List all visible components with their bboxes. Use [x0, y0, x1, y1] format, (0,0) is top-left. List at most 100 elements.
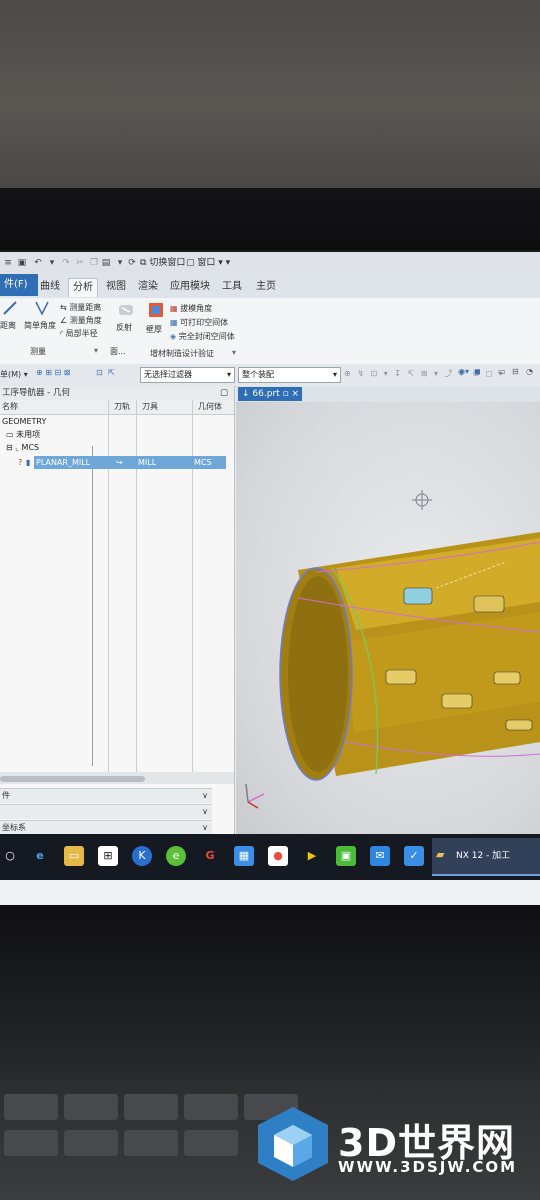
- simple-angle-icon[interactable]: [34, 300, 50, 316]
- store-icon[interactable]: ⊞: [98, 846, 118, 866]
- quick-access-toolbar: ≡ ▣ ↶ ▾ ↷ ✂ ❐ ▤ ▾ ⟳ ⧉ 切换窗口 ▢ 窗口 ▾ ▾: [0, 252, 540, 274]
- scope-filter-combo[interactable]: 整个装配 ▾: [238, 367, 341, 383]
- chevron-down-icon: ▾ ▾: [218, 258, 231, 268]
- menu-dropdown[interactable]: 单(M) ▾: [0, 369, 28, 380]
- draft-angle-button[interactable]: ▦ 拔模角度: [170, 303, 212, 314]
- enclosed-space-button[interactable]: ◈ 完全封闭空间体: [170, 331, 235, 342]
- green-app-icon[interactable]: ▣: [336, 846, 356, 866]
- type-filter-value: 无选择过滤器: [144, 370, 192, 379]
- start-icon[interactable]: ○: [0, 846, 20, 866]
- expand-icon[interactable]: ⊟: [0, 443, 13, 452]
- tab-render[interactable]: 渲染: [134, 278, 162, 296]
- group-expand-icon[interactable]: ▾: [232, 348, 236, 357]
- tab-curve[interactable]: 曲线: [36, 278, 64, 296]
- view-icon[interactable]: ▭: [498, 367, 506, 376]
- operation-name: PLANAR_MILL: [36, 458, 91, 467]
- snap-icon[interactable]: ⊡: [96, 368, 103, 377]
- chevron-down-icon[interactable]: ▾: [46, 257, 58, 269]
- thickness-icon[interactable]: [148, 302, 164, 318]
- reflection-label[interactable]: 反射: [116, 322, 132, 333]
- tree-row-mcs[interactable]: ⊟ ⌞ MCS: [0, 441, 234, 454]
- type-filter-combo[interactable]: 无选择过滤器 ▾: [140, 367, 235, 383]
- tab-analysis[interactable]: 分析: [68, 278, 98, 297]
- chevron-down-icon[interactable]: ▾: [114, 257, 126, 269]
- redo-icon[interactable]: ↷: [60, 257, 72, 269]
- reflection-icon[interactable]: [118, 302, 134, 318]
- snap-point-toolbar[interactable]: ⊕ ↯ ⊡ ▾ ↧ ↸ ⊞ ▾ ⤴ ↱ ⊙ ◻ ▾: [344, 368, 505, 379]
- app-k-icon[interactable]: K: [132, 846, 152, 866]
- switch-window-label: 切换窗口: [149, 258, 186, 268]
- watermark-url: WWW.3DSJW.COM: [338, 1158, 518, 1176]
- grid-app-icon[interactable]: ▦: [234, 846, 254, 866]
- column-geometry[interactable]: 几何体: [198, 401, 222, 412]
- file-explorer-icon[interactable]: ▭: [64, 846, 84, 866]
- camera-icon[interactable]: ⊟: [512, 367, 519, 376]
- copy-icon[interactable]: ❐: [88, 257, 100, 269]
- maximize-icon[interactable]: ▢: [220, 386, 228, 400]
- windows-taskbar: ○ e ▭ ⊞ K e G ▦ ● ▶ ▣ ✉ ✓ ▰ NX 12 - 加工: [0, 834, 540, 880]
- bird-app-icon[interactable]: ✓: [404, 846, 424, 866]
- edge-icon[interactable]: e: [30, 846, 50, 866]
- taskbar-nx-button[interactable]: ▰ NX 12 - 加工: [432, 838, 540, 876]
- orient-icon[interactable]: ◔: [526, 367, 533, 376]
- player-icon[interactable]: ▶: [302, 846, 322, 866]
- repeat-command-icon[interactable]: ⟳: [126, 257, 138, 269]
- simple-angle-label[interactable]: 简单角度: [24, 320, 56, 331]
- paste-icon[interactable]: ▤: [100, 257, 112, 269]
- window-menu-label: 窗口: [197, 258, 216, 268]
- graphics-window[interactable]: [236, 402, 540, 841]
- measure-angle-button[interactable]: ∠ 测量角度: [60, 315, 102, 326]
- shaded-icon[interactable]: ◼: [474, 367, 481, 376]
- navigator-section-empty[interactable]: ∨: [0, 804, 212, 819]
- thickness-label[interactable]: 壁厚: [146, 324, 162, 335]
- tree-row-unused[interactable]: ▭ 未用项: [0, 428, 234, 441]
- browser-icon[interactable]: e: [166, 846, 186, 866]
- tool-value: MILL: [138, 458, 157, 467]
- window-menu-button[interactable]: ▢ 窗口 ▾ ▾: [186, 257, 230, 269]
- watermark-logo-icon: [256, 1105, 330, 1183]
- local-radius-button[interactable]: ◜ 局部半径: [60, 328, 98, 339]
- mail-icon[interactable]: ✉: [370, 846, 390, 866]
- tree-row-label: 未用项: [16, 430, 41, 439]
- operation-icon: ▮: [26, 458, 31, 467]
- tree-row-geometry[interactable]: GEOMETRY: [0, 415, 234, 428]
- save-icon[interactable]: ▣: [16, 257, 28, 269]
- navigator-section-csys[interactable]: 坐标系 ∨: [0, 820, 212, 835]
- printable-space-button[interactable]: ▦ 可打印空间体: [170, 317, 228, 328]
- navigator-section-parts[interactable]: 件 ∨: [0, 788, 212, 803]
- close-icon[interactable]: ×: [292, 389, 300, 399]
- tree-row-planar-mill[interactable]: ? ▮ PLANAR_MILL ↪ MILL MCS: [18, 456, 226, 469]
- group-label-face: 面...: [110, 347, 126, 356]
- local-radius-text: 局部半径: [65, 329, 98, 338]
- switch-window-button[interactable]: ⧉ 切换窗口: [140, 257, 185, 269]
- measure-distance-small-button[interactable]: ⇆ 测量距离: [60, 302, 101, 313]
- chevron-down-icon: ∨: [202, 791, 208, 800]
- undo-icon[interactable]: ↶: [32, 257, 44, 269]
- app-g-icon[interactable]: G: [200, 846, 220, 866]
- cut-icon[interactable]: ✂: [74, 257, 86, 269]
- group-expand-icon[interactable]: ▾: [94, 346, 98, 355]
- tab-applications[interactable]: 应用模块: [166, 278, 214, 296]
- column-toolpath[interactable]: 刀轨: [114, 401, 130, 412]
- part-model[interactable]: [279, 512, 540, 781]
- model-viewport[interactable]: [236, 402, 540, 841]
- column-tool[interactable]: 刀具: [142, 401, 158, 412]
- tab-part-label: 66.prt: [252, 389, 280, 399]
- tab-file[interactable]: 件(F): [0, 274, 38, 296]
- display-mode-icon[interactable]: ◉▾: [458, 367, 469, 376]
- app-red-icon[interactable]: ●: [268, 846, 288, 866]
- snap-icon-group[interactable]: ⊕ ⊞ ⊟ ⊠: [36, 368, 70, 377]
- measure-distance-label[interactable]: 距离: [0, 320, 16, 331]
- column-name[interactable]: 名称: [2, 401, 18, 412]
- tab-home[interactable]: 主页: [252, 278, 280, 296]
- scrollbar-thumb[interactable]: [0, 776, 145, 782]
- tab-part-file[interactable]: ↓ 66.prt ▫ ×: [238, 387, 302, 401]
- menu-icon[interactable]: ≡: [2, 257, 14, 269]
- tab-tools[interactable]: 工具: [218, 278, 246, 296]
- chevron-down-icon: ▾: [23, 370, 28, 379]
- graphics-tab-bar: ↓ 66.prt ▫ ×: [236, 386, 540, 402]
- measure-distance-icon[interactable]: [2, 300, 18, 316]
- tab-view[interactable]: 视图: [102, 278, 130, 296]
- select-icon[interactable]: ⇱: [108, 368, 115, 377]
- chevron-down-icon: ▾: [226, 370, 231, 379]
